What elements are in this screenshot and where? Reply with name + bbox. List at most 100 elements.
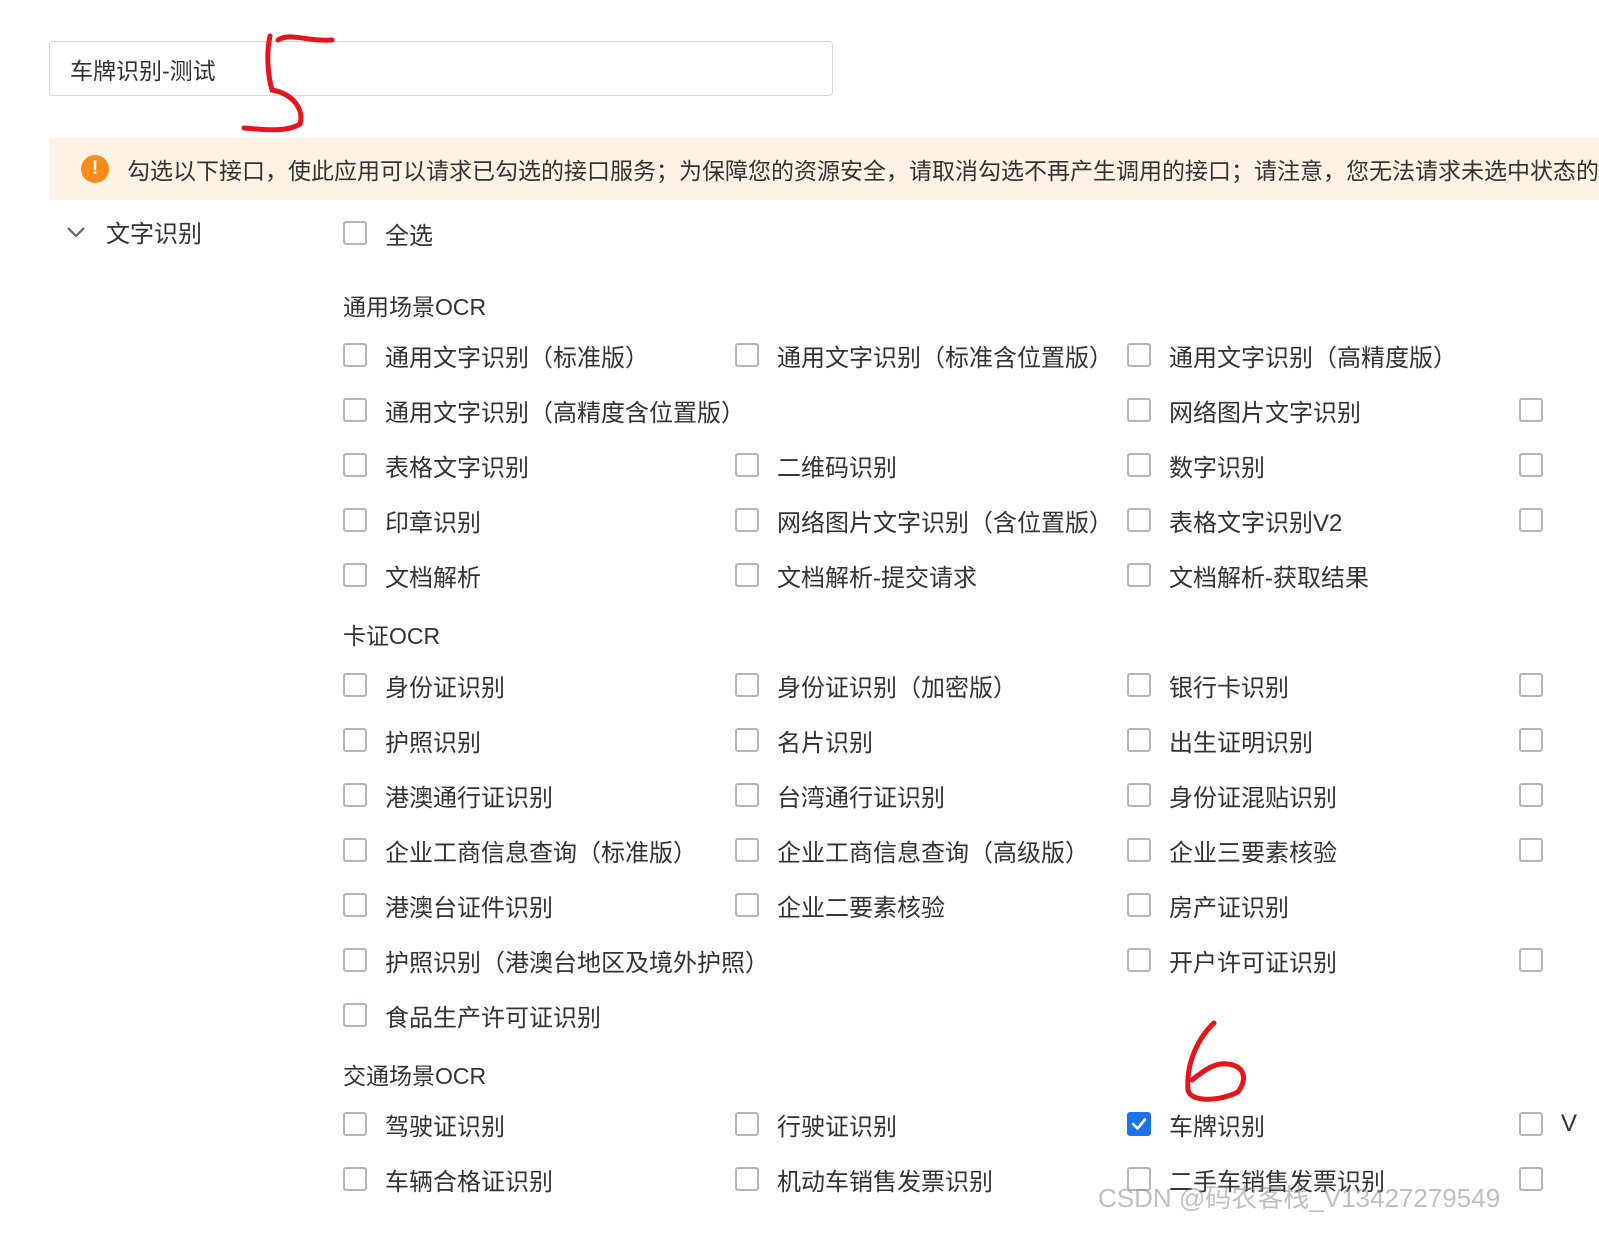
checkbox-box[interactable] [1127,398,1151,422]
api-checkbox[interactable]: 企业工商信息查询（高级版） [735,835,1089,867]
checkbox-box[interactable] [343,893,367,917]
checkbox-box[interactable] [735,673,759,697]
checkbox-box[interactable] [343,1167,367,1191]
checkbox-box[interactable] [1519,508,1543,532]
checkbox-box[interactable] [343,1003,367,1027]
api-checkbox[interactable]: 行驶证识别 [735,1109,897,1141]
api-checkbox[interactable]: 身份证识别（加密版） [735,670,1017,702]
api-checkbox[interactable]: 网络图片文字识别 [1127,395,1361,427]
api-checkbox[interactable]: 身份证识别 [343,670,505,702]
api-checkbox[interactable]: 通用文字识别（标准版） [343,340,649,372]
checkbox-box[interactable] [343,563,367,587]
checkbox-box[interactable] [735,343,759,367]
checkbox-box[interactable] [343,838,367,862]
checkbox-box[interactable] [343,728,367,752]
api-checkbox[interactable]: 身份证混贴识别 [1127,780,1337,812]
api-checkbox[interactable]: 表格文字识别 [343,450,529,482]
checkbox-box[interactable] [735,1112,759,1136]
api-checkbox[interactable]: 港澳通行证识别 [343,780,553,812]
checkbox-box[interactable] [343,673,367,697]
select-all-checkbox[interactable]: 全选 [343,218,433,250]
checkbox-box[interactable] [1519,1167,1543,1191]
api-checkbox[interactable]: 文档解析-提交请求 [735,560,977,592]
api-checkbox[interactable] [1519,450,1561,480]
api-checkbox[interactable]: 印章识别 [343,505,481,537]
category-toggle[interactable]: 文字识别 [62,214,202,249]
checkbox-box[interactable] [1127,893,1151,917]
checkbox-label: V [1561,1110,1578,1137]
api-checkbox[interactable]: 通用文字识别（高精度版） [1127,340,1457,372]
api-checkbox[interactable]: 银行卡识别 [1127,670,1289,702]
checkbox-box[interactable] [1519,1112,1543,1136]
api-checkbox[interactable] [1519,835,1561,865]
api-checkbox[interactable]: V [1519,1109,1577,1139]
checkbox-box[interactable] [1127,948,1151,972]
checkbox-box[interactable] [1519,453,1543,477]
checkbox-box[interactable] [1519,673,1543,697]
checkbox-checked[interactable] [1127,1112,1151,1136]
checkbox-box[interactable] [343,948,367,972]
api-checkbox[interactable]: 通用文字识别（标准含位置版） [735,340,1113,372]
api-checkbox[interactable]: 机动车销售发票识别 [735,1164,993,1196]
api-checkbox[interactable]: 二维码识别 [735,450,897,482]
checkbox-box[interactable] [1127,453,1151,477]
checkbox-box[interactable] [735,563,759,587]
checkbox-box[interactable] [1127,783,1151,807]
api-checkbox[interactable]: 开户许可证识别 [1127,945,1337,977]
api-checkbox[interactable] [1519,945,1561,975]
api-checkbox[interactable]: 房产证识别 [1127,890,1289,922]
checkbox-box[interactable] [343,398,367,422]
checkbox-box[interactable] [1519,948,1543,972]
checkbox-box[interactable] [735,728,759,752]
checkbox-box[interactable] [343,343,367,367]
checkbox-box[interactable] [735,838,759,862]
api-checkbox[interactable] [1519,780,1561,810]
api-checkbox[interactable]: 名片识别 [735,725,873,757]
checkbox-box[interactable] [343,508,367,532]
api-checkbox[interactable]: 文档解析-获取结果 [1127,560,1369,592]
checkbox-box[interactable] [735,453,759,477]
checkbox-box[interactable] [1127,728,1151,752]
api-checkbox[interactable]: 护照识别 [343,725,481,757]
api-checkbox[interactable] [1519,1164,1561,1194]
api-checkbox[interactable]: 数字识别 [1127,450,1265,482]
api-checkbox[interactable]: 港澳台证件识别 [343,890,553,922]
checkbox-box[interactable] [1519,838,1543,862]
api-checkbox[interactable] [1519,505,1561,535]
checkbox-box[interactable] [1127,343,1151,367]
api-checkbox[interactable]: 通用文字识别（高精度含位置版） [343,395,745,427]
checkbox-box[interactable] [1519,728,1543,752]
app-name-input[interactable] [49,41,833,96]
api-checkbox[interactable]: 企业工商信息查询（标准版） [343,835,697,867]
checkbox-box[interactable] [735,893,759,917]
api-checkbox[interactable]: 出生证明识别 [1127,725,1313,757]
checkbox-box[interactable] [1127,563,1151,587]
checkbox-box[interactable] [735,783,759,807]
checkbox-box[interactable] [1127,673,1151,697]
checkbox-box[interactable] [1127,838,1151,862]
api-checkbox[interactable]: 企业二要素核验 [735,890,945,922]
api-checkbox[interactable]: 表格文字识别V2 [1127,505,1342,537]
api-checkbox[interactable]: 企业三要素核验 [1127,835,1337,867]
checkbox-box[interactable] [1519,398,1543,422]
checkbox-box[interactable] [343,453,367,477]
api-checkbox[interactable]: 网络图片文字识别（含位置版） [735,505,1113,537]
checkbox-box[interactable] [343,221,367,245]
api-checkbox[interactable]: 台湾通行证识别 [735,780,945,812]
api-checkbox[interactable]: 文档解析 [343,560,481,592]
api-checkbox[interactable]: 护照识别（港澳台地区及境外护照） [343,945,769,977]
checkbox-box[interactable] [343,783,367,807]
checkbox-box[interactable] [343,1112,367,1136]
checkbox-label: 车辆合格证识别 [385,1168,553,1196]
api-checkbox[interactable] [1519,725,1561,755]
api-checkbox[interactable]: 车牌识别 [1127,1109,1265,1141]
checkbox-box[interactable] [735,1167,759,1191]
checkbox-box[interactable] [1519,783,1543,807]
api-checkbox[interactable] [1519,670,1561,700]
api-checkbox[interactable]: 驾驶证识别 [343,1109,505,1141]
checkbox-box[interactable] [735,508,759,532]
api-checkbox[interactable] [1519,395,1561,425]
api-checkbox[interactable]: 食品生产许可证识别 [343,1000,601,1032]
api-checkbox[interactable]: 车辆合格证识别 [343,1164,553,1196]
checkbox-box[interactable] [1127,508,1151,532]
